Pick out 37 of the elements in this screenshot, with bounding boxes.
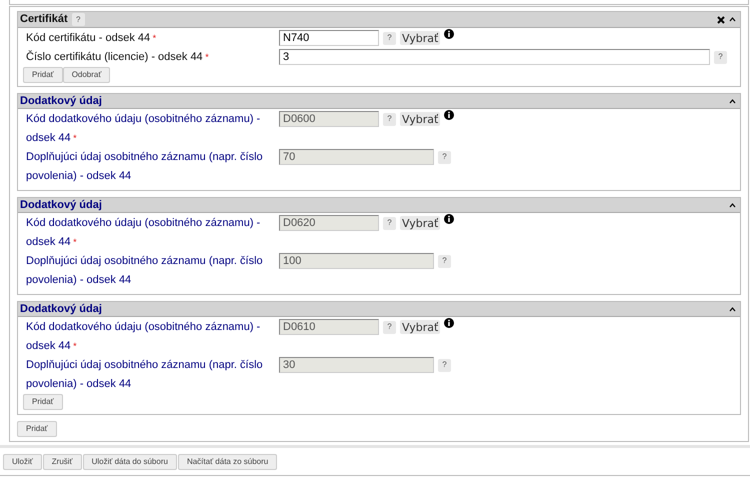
panel-title: Dodatkový údaj (20, 94, 102, 109)
field-label: Doplňujúci údaj osobitného záznamu (napr. číslo povolenia) - odsek 44 (26, 150, 264, 184)
panel-title: Dodatkový údaj (20, 302, 102, 317)
panel-title: Certifikát (20, 12, 68, 28)
collapse-icon[interactable] (729, 98, 736, 104)
info-icon[interactable] (444, 29, 454, 39)
help-button[interactable]: ? (714, 50, 727, 64)
add-button[interactable]: Pridať (17, 421, 57, 437)
field-label: Kód dodatkového údaju (osobitného záznamu) - odsek 44 * (26, 320, 262, 354)
required-mark: * (72, 237, 77, 247)
field-label: Kód dodatkového údaju (osobitného záznamu) - odsek 44 * (26, 112, 262, 146)
select-button[interactable]: Vybrať (400, 31, 440, 45)
field-label: Kód certifikátu - odsek 44 * (26, 31, 158, 46)
footer-button[interactable]: Uložiť (3, 454, 42, 470)
field-label: Kód dodatkového údaju (osobitného záznamu) - odsek 44 * (26, 216, 262, 250)
action-button[interactable]: Odobrať (62, 67, 110, 83)
required-mark: * (72, 133, 77, 143)
required-mark: * (152, 33, 156, 43)
footer-button[interactable]: Načítať dáta zo súboru (178, 454, 278, 470)
text-field[interactable]: 3 (279, 49, 710, 65)
field-label: Číslo certifikátu (licencie) - odsek 44 * (26, 49, 210, 65)
add-button[interactable]: Pridať (23, 394, 63, 410)
required-mark: * (204, 52, 209, 62)
footer-button[interactable]: Zrušiť (42, 454, 82, 470)
field-label: Doplňujúci údaj osobitného záznamu (napr. číslo povolenia) - odsek 44 (26, 254, 264, 288)
collapse-icon[interactable] (729, 306, 736, 312)
help-button[interactable]: ? (72, 13, 85, 26)
text-field[interactable]: N740 (279, 30, 379, 46)
panel-title: Dodatkový údaj (20, 198, 102, 213)
required-mark: * (72, 341, 77, 351)
footer-button[interactable]: Uložiť dáta do súboru (82, 454, 177, 470)
collapse-icon[interactable] (729, 17, 736, 22)
action-button[interactable]: Pridať (23, 67, 63, 83)
field-label: Doplňujúci údaj osobitného záznamu (napr. číslo povolenia) - odsek 44 (26, 358, 264, 392)
collapse-icon[interactable] (729, 202, 736, 208)
help-button[interactable]: ? (383, 32, 396, 44)
close-icon[interactable] (717, 16, 725, 24)
